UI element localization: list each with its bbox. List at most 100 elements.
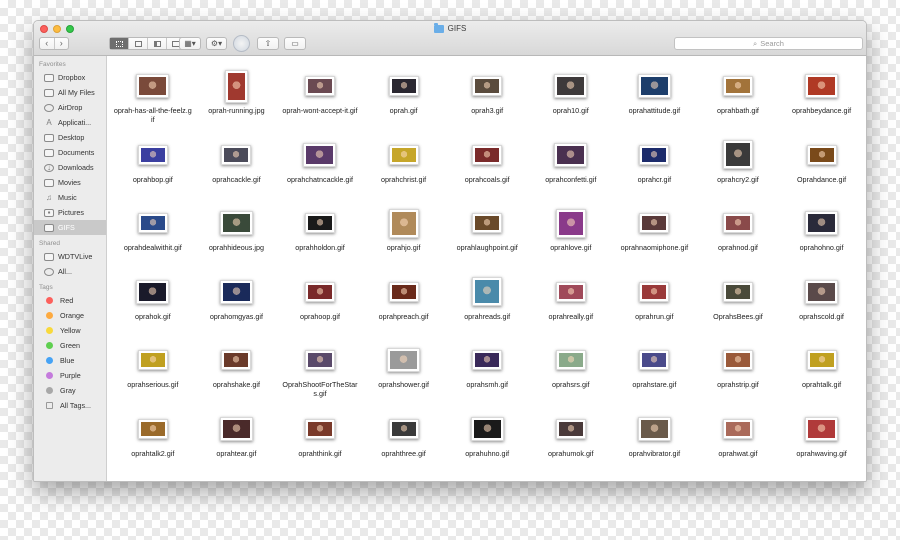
file-item[interactable]: oprah-running.jpg <box>195 68 279 137</box>
file-item[interactable]: oprahreads.gif <box>445 274 529 343</box>
file-item[interactable] <box>529 479 613 481</box>
gif-thumbnail <box>555 281 586 302</box>
file-item[interactable]: oprahconfetti.gif <box>529 137 613 206</box>
status-indicator-icon[interactable] <box>233 35 250 52</box>
file-item[interactable]: OprahShootForTheStars.gif <box>278 342 362 411</box>
tag-item-yellow[interactable]: Yellow <box>34 323 106 338</box>
file-item[interactable]: oprahumok.gif <box>529 411 613 480</box>
file-item[interactable]: oprahuhno.gif <box>445 411 529 480</box>
sidebar-item-gifs[interactable]: GIFS <box>34 220 106 235</box>
file-item[interactable]: oprahshower.gif <box>362 342 446 411</box>
file-item[interactable]: oprah3.gif <box>445 68 529 137</box>
file-item[interactable]: oprahok.gif <box>111 274 195 343</box>
file-item[interactable]: oprahnod.gif <box>696 205 780 274</box>
file-item[interactable]: oprahrun.gif <box>613 274 697 343</box>
sidebar-item-documents[interactable]: Documents <box>34 145 106 160</box>
tag-item-orange[interactable]: Orange <box>34 308 106 323</box>
file-item[interactable]: oprahvibrator.gif <box>613 411 697 480</box>
tag-item-all-tags[interactable]: All Tags... <box>34 398 106 413</box>
file-thumbnail-area <box>278 479 362 481</box>
gif-thumbnail <box>472 277 503 306</box>
file-item[interactable]: oprahchatncackle.gif <box>278 137 362 206</box>
file-item[interactable]: oprahbath.gif <box>696 68 780 137</box>
file-item[interactable] <box>278 479 362 481</box>
file-item[interactable]: oprahtear.gif <box>195 411 279 480</box>
file-item[interactable]: oprahstare.gif <box>613 342 697 411</box>
file-thumbnail-area <box>780 411 864 447</box>
file-item[interactable] <box>362 479 446 481</box>
file-item[interactable] <box>445 479 529 481</box>
file-item[interactable]: Oprahdance.gif <box>780 137 864 206</box>
file-item[interactable] <box>613 479 697 481</box>
file-item[interactable]: oprahbeydance.gif <box>780 68 864 137</box>
tag-button[interactable]: ▭ <box>284 37 306 50</box>
sidebar-item-movies[interactable]: Movies <box>34 175 106 190</box>
file-item[interactable]: oprahlove.gif <box>529 205 613 274</box>
sidebar-item-all[interactable]: All... <box>34 264 106 279</box>
file-item[interactable]: oprah-has-all-the-feelz.gif <box>111 68 195 137</box>
file-item[interactable]: oprahscold.gif <box>780 274 864 343</box>
file-thumbnail-area <box>529 68 613 104</box>
file-item[interactable]: oprahlaughpoint.gif <box>445 205 529 274</box>
file-item[interactable] <box>195 479 279 481</box>
file-item[interactable]: oprahomgyas.gif <box>195 274 279 343</box>
arrange-button[interactable]: ▦▾ <box>179 37 201 50</box>
file-item[interactable]: oprahtalk2.gif <box>111 411 195 480</box>
file-item[interactable]: oprahnaomiphone.gif <box>613 205 697 274</box>
tag-item-blue[interactable]: Blue <box>34 353 106 368</box>
file-item[interactable]: oprahdealwithit.gif <box>111 205 195 274</box>
sidebar-item-desktop[interactable]: Desktop <box>34 130 106 145</box>
file-item[interactable]: oprahohno.gif <box>780 205 864 274</box>
sidebar-item-applicati[interactable]: A Applicati... <box>34 115 106 130</box>
file-item[interactable]: oprahjo.gif <box>362 205 446 274</box>
file-item[interactable]: oprahcry2.gif <box>696 137 780 206</box>
tag-item-red[interactable]: Red <box>34 293 106 308</box>
file-item[interactable] <box>111 479 195 481</box>
file-item[interactable]: oprahchrist.gif <box>362 137 446 206</box>
tag-item-gray[interactable]: Gray <box>34 383 106 398</box>
sidebar-item-music[interactable]: ♫ Music <box>34 190 106 205</box>
sidebar-item-all-my-files[interactable]: All My Files <box>34 85 106 100</box>
search-input[interactable]: ⌕ Search <box>674 37 863 50</box>
file-item[interactable]: oprah.gif <box>362 68 446 137</box>
gif-thumbnail <box>639 144 670 165</box>
file-item[interactable]: oprahthree.gif <box>362 411 446 480</box>
sidebar-item-dropbox[interactable]: Dropbox <box>34 70 106 85</box>
file-item[interactable]: oprahoop.gif <box>278 274 362 343</box>
sidebar-item-airdrop[interactable]: AirDrop <box>34 100 106 115</box>
sidebar-item-wdtvlive[interactable]: WDTVLive <box>34 249 106 264</box>
file-item[interactable]: oprahtalk.gif <box>780 342 864 411</box>
file-item[interactable]: oprahattitude.gif <box>613 68 697 137</box>
file-item[interactable]: oprahcr.gif <box>613 137 697 206</box>
tag-item-purple[interactable]: Purple <box>34 368 106 383</box>
icon-view-button[interactable] <box>110 38 128 49</box>
file-item[interactable]: oprahsmh.gif <box>445 342 529 411</box>
file-item[interactable]: oprahholdon.gif <box>278 205 362 274</box>
back-button[interactable]: ‹ <box>40 38 54 49</box>
file-item[interactable]: oprahwat.gif <box>696 411 780 480</box>
file-item[interactable]: oprahthink.gif <box>278 411 362 480</box>
search-icon: ⌕ <box>753 38 758 48</box>
forward-button[interactable]: › <box>53 38 69 49</box>
column-view-button[interactable] <box>147 38 166 49</box>
file-item[interactable]: oprahpreach.gif <box>362 274 446 343</box>
file-item[interactable]: oprahsrs.gif <box>529 342 613 411</box>
sidebar-item-downloads[interactable]: ↓ Downloads <box>34 160 106 175</box>
file-item[interactable]: oprahbop.gif <box>111 137 195 206</box>
file-item[interactable]: OprahsBees.gif <box>696 274 780 343</box>
file-item[interactable]: oprahhideous.jpg <box>195 205 279 274</box>
file-item[interactable]: oprahserious.gif <box>111 342 195 411</box>
file-item[interactable]: oprah-wont-accept-it.gif <box>278 68 362 137</box>
tag-item-green[interactable]: Green <box>34 338 106 353</box>
file-item[interactable]: oprahcackle.gif <box>195 137 279 206</box>
share-button[interactable]: ⇧ <box>257 37 279 50</box>
file-item[interactable]: oprahcoals.gif <box>445 137 529 206</box>
file-item[interactable]: oprah10.gif <box>529 68 613 137</box>
action-button[interactable]: ⚙▾ <box>206 37 227 50</box>
file-item[interactable]: oprahstrip.gif <box>696 342 780 411</box>
file-item[interactable]: oprahreally.gif <box>529 274 613 343</box>
file-item[interactable]: oprahwaving.gif <box>780 411 864 480</box>
list-view-button[interactable] <box>128 38 147 49</box>
file-item[interactable]: oprahshake.gif <box>195 342 279 411</box>
sidebar-item-pictures[interactable]: ▪ Pictures <box>34 205 106 220</box>
